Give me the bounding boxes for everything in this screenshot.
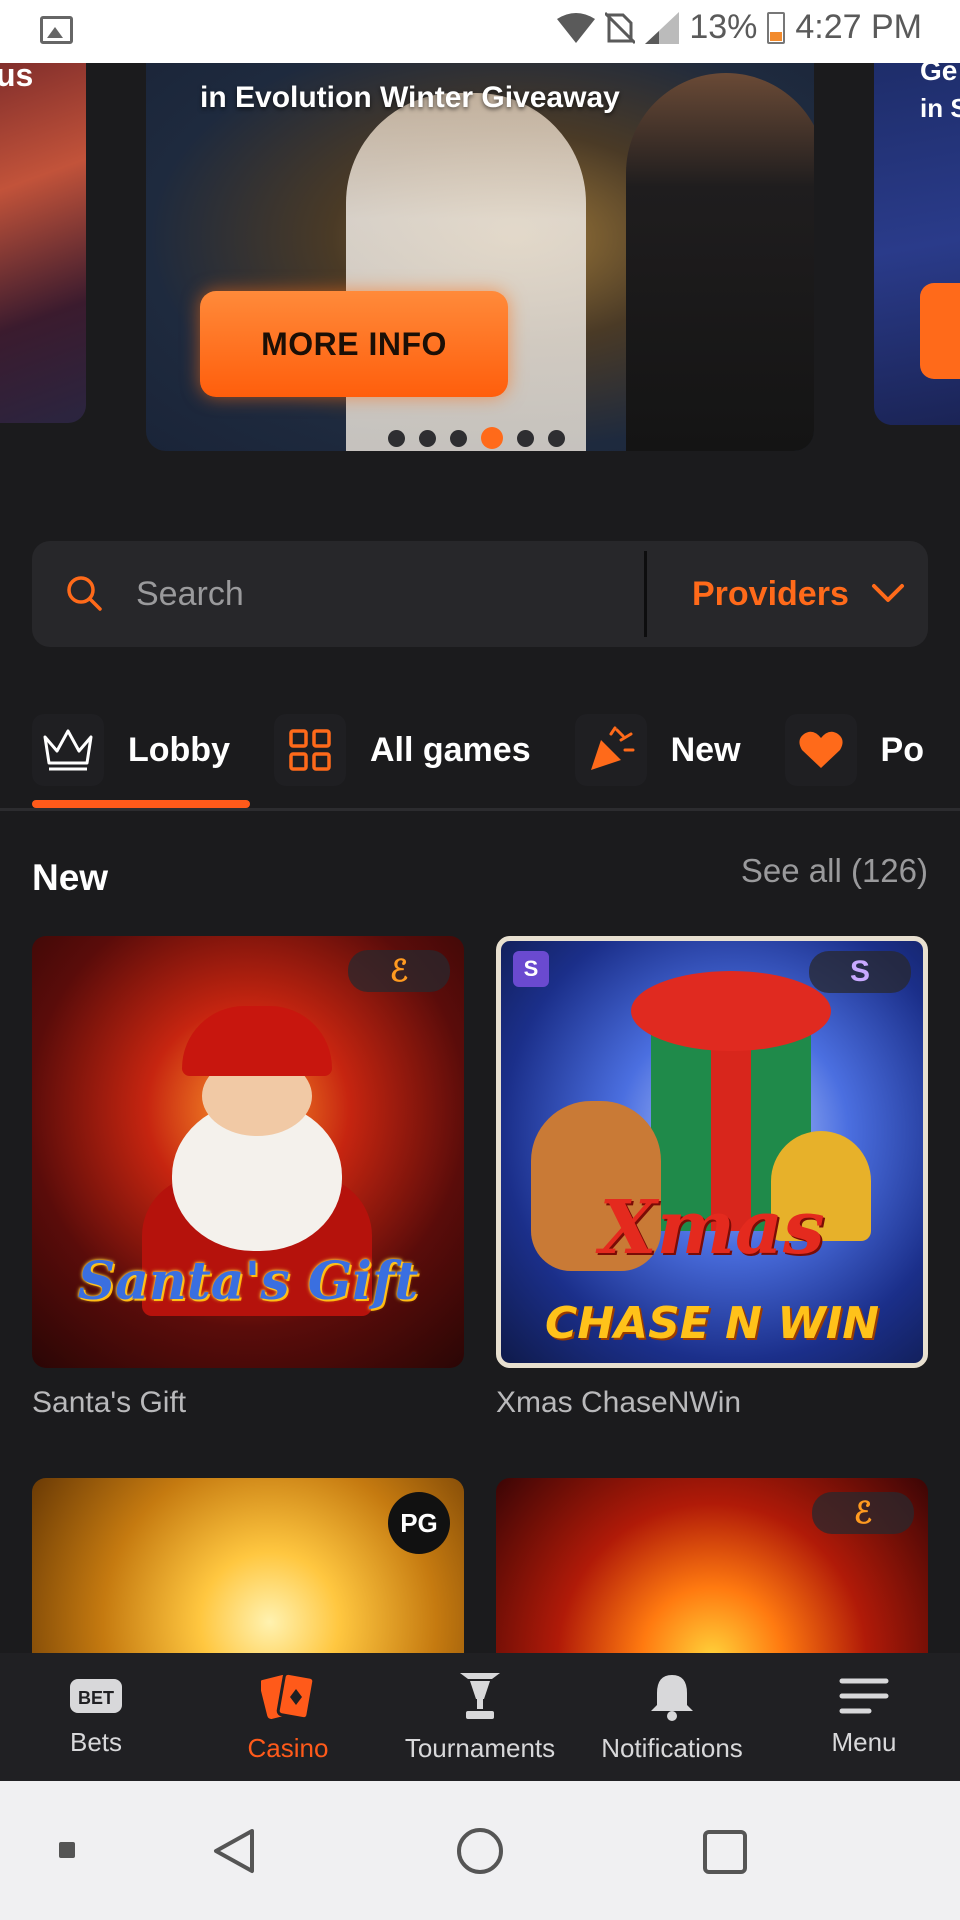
game-logo: Xmas [599,1185,825,1271]
recent-apps-small-icon[interactable] [58,1841,76,1859]
cards-icon [261,1671,315,1720]
provider-badge-icon: ℰ [348,950,450,992]
casino-screen: 13% 4:27 PM us in Evolution Winter Givea… [0,0,960,1920]
nav-label: Casino [247,1732,329,1763]
status-icons: 13% 4:27 PM [557,8,922,47]
bottom-navigation: BET Bets Casino Tournaments Notification… [0,1653,960,1781]
promo-title: in Evolution Winter Giveaway [200,81,620,114]
page-dot[interactable] [388,429,405,447]
tab-label: All games [369,730,531,769]
nav-tournaments[interactable]: Tournaments [384,1653,576,1781]
tab-lobby[interactable]: Lobby [32,705,230,795]
nav-label: Bets [69,1726,123,1757]
image-icon [40,16,73,44]
nav-label: Tournaments [404,1732,556,1763]
nav-label: Notifications [601,1732,743,1763]
no-sim-icon [605,11,636,44]
wifi-icon [557,12,596,43]
tab-label: Lobby [128,730,230,769]
party-popper-icon [574,714,647,786]
section-title: New [32,857,109,898]
page-dot[interactable] [548,429,565,447]
page-dot-active[interactable] [481,427,503,449]
trophy-icon [460,1672,500,1719]
provider-badge-icon: ℰ [812,1492,914,1534]
back-icon[interactable] [212,1827,256,1875]
game-card-santas-gift[interactable]: ℰ Santa's Gift [32,936,464,1368]
grid-icon [273,714,346,786]
promo-slide-current[interactable]: in Evolution Winter Giveaway MORE INFO [146,63,814,451]
hamburger-icon [839,1678,889,1713]
clock: 4:27 PM [795,8,922,46]
nav-menu[interactable]: Menu [768,1653,960,1781]
nav-casino[interactable]: Casino [192,1653,384,1781]
game-logo: Santa's Gift [77,1251,419,1312]
more-info-button[interactable]: MORE INFO [200,291,508,397]
home-icon[interactable] [456,1827,504,1875]
tab-popular[interactable]: Po [784,705,924,795]
slide-title-partial: us [0,63,34,93]
chevron-down-icon [871,584,904,602]
tab-all-games[interactable]: All games [273,705,531,795]
game-artwork [142,1006,372,1316]
game-title[interactable]: Santa's Gift [32,1386,186,1420]
promo-slide-next[interactable]: Ge in S [874,63,960,425]
heart-icon [784,714,857,786]
page-dot[interactable] [517,429,534,447]
search-bar: Providers [32,541,928,647]
active-tab-indicator [32,800,250,808]
game-title[interactable]: Xmas ChaseNWin [496,1386,741,1420]
promo-carousel[interactable]: us in Evolution Winter Giveaway MORE INF… [0,63,960,483]
game-card[interactable]: PG [32,1478,464,1658]
slide-button-partial[interactable] [920,283,960,379]
slide-title-partial: Ge [920,63,958,86]
nav-notifications[interactable]: Notifications [576,1653,768,1781]
search-icon [67,576,102,611]
provider-badge-icon: S [513,951,549,987]
battery-percent: 13% [689,8,758,46]
page-dot[interactable] [419,429,436,447]
promo-slide-previous[interactable]: us [0,63,86,423]
overview-icon[interactable] [702,1829,748,1875]
presenter-image [346,93,586,451]
tab-label: New [670,730,741,769]
game-logo-subtitle: CHASE N WIN [544,1298,880,1349]
see-all-link[interactable]: See all (126) [741,852,928,890]
tab-new[interactable]: New [574,705,741,795]
tab-label: Po [880,730,924,769]
search-divider [644,551,647,637]
game-card[interactable]: ℰ [496,1478,928,1658]
providers-dropdown[interactable]: Providers [692,541,905,647]
status-bar: 13% 4:27 PM [0,0,960,63]
presenter-image [626,73,814,451]
providers-label: Providers [692,574,849,613]
page-dot[interactable] [450,429,467,447]
nav-label: Menu [831,1726,897,1757]
nav-bets[interactable]: BET Bets [0,1653,192,1781]
svg-text:BET: BET [78,1688,114,1708]
signal-icon [645,11,680,44]
provider-badge-icon: S [809,951,911,993]
tabs-divider [0,808,960,811]
system-navigation-bar [0,1781,960,1920]
provider-badge-icon: PG [388,1492,450,1554]
game-artwork [631,971,831,1051]
search-input[interactable] [136,565,636,623]
battery-icon [767,11,786,44]
bell-icon [651,1674,693,1721]
crown-icon [32,714,104,786]
slide-subtitle-partial: in S [920,93,960,123]
category-tabs: Lobby All games New Po [32,690,960,810]
carousel-pagination [388,427,565,449]
bet-ticket-icon: BET [70,1678,122,1713]
game-card-xmas-chasenwin[interactable]: S S Xmas CHASE N WIN [496,936,928,1368]
